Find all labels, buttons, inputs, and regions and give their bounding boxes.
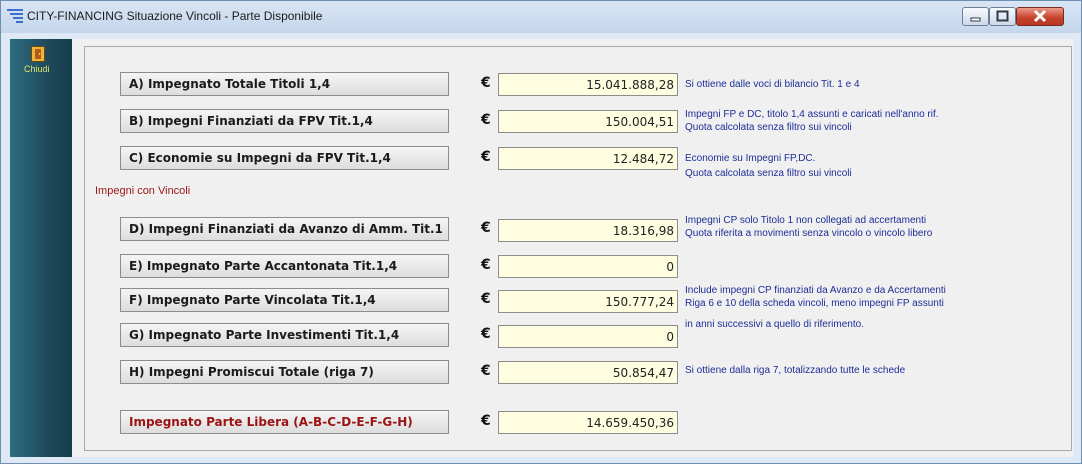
row-c-button[interactable]: C) Economie su Impegni da FPV Tit.1,4 — [120, 146, 449, 170]
minimize-button[interactable] — [962, 7, 989, 26]
row-total-button[interactable]: Impegnato Parte Libera (A-B-C-D-E-F-G-H) — [120, 410, 449, 434]
row-f-currency: € — [481, 291, 491, 307]
app-window: CITY-FINANCING Situazione Vincoli - Part… — [0, 0, 1082, 464]
row-g-button[interactable]: G) Impegnato Parte Investimenti Tit.1,4 — [120, 323, 449, 347]
row-a-value[interactable]: 15.041.888,28 — [498, 73, 678, 96]
row-e-currency: € — [481, 257, 491, 273]
maximize-icon — [996, 10, 1009, 22]
note-d-line2: Quota riferita a movimenti senza vincolo… — [685, 228, 933, 239]
exit-door-icon — [31, 46, 45, 62]
row-b-button[interactable]: B) Impegni Finanziati da FPV Tit.1,4 — [120, 109, 449, 133]
row-c-value[interactable]: 12.484,72 — [498, 147, 678, 170]
row-a-currency: € — [481, 75, 491, 91]
note-f-line3: in anni successivi a quello di riferimen… — [685, 319, 864, 330]
note-b-line2: Quota calcolata senza filtro sui vincoli — [685, 122, 852, 133]
note-a: Si ottiene dalle voci di bilancio Tit. 1… — [685, 79, 860, 90]
row-d-currency: € — [481, 220, 491, 236]
row-h-button[interactable]: H) Impegni Promiscui Totale (riga 7) — [120, 360, 449, 384]
note-c-line1: Economie su Impegni FP,DC. — [685, 153, 816, 164]
exit-label: Chiudi — [24, 64, 50, 74]
app-icon — [7, 9, 23, 23]
row-g-currency: € — [481, 326, 491, 342]
note-h: Si ottiene dalla riga 7, totalizzando tu… — [685, 365, 906, 376]
left-toolbar: Chiudi — [10, 39, 72, 457]
maximize-button[interactable] — [989, 7, 1016, 26]
row-total-currency: € — [481, 413, 491, 429]
note-c-line2: Quota calcolata senza filtro sui vincoli — [685, 168, 852, 179]
row-e-button[interactable]: E) Impegnato Parte Accantonata Tit.1,4 — [120, 254, 449, 278]
row-c-currency: € — [481, 149, 491, 165]
row-h-currency: € — [481, 363, 491, 379]
section-label-vincoli: Impegni con Vincoli — [95, 185, 191, 197]
note-d-line1: Impegni CP solo Titolo 1 non collegati a… — [685, 215, 927, 226]
close-icon — [1033, 9, 1047, 23]
row-g-value[interactable]: 0 — [498, 325, 678, 348]
close-button[interactable] — [1016, 7, 1064, 26]
window-title: CITY-FINANCING Situazione Vincoli - Part… — [27, 9, 323, 23]
row-d-value[interactable]: 18.316,98 — [498, 219, 678, 242]
note-f-line1: Include impegni CP finanziati da Avanzo … — [685, 285, 946, 296]
row-total-value[interactable]: 14.659.450,36 — [498, 411, 678, 434]
note-f-line2: Riga 6 e 10 della scheda vincoli, meno i… — [685, 298, 944, 309]
exit-button[interactable]: Chiudi — [14, 41, 68, 79]
note-b-line1: Impegni FP e DC, titolo 1,4 assunti e ca… — [685, 109, 939, 120]
client-area: Chiudi A) Impegnato Totale Titoli 1,4 € … — [10, 39, 1074, 457]
minimize-icon — [970, 17, 981, 22]
row-e-value[interactable]: 0 — [498, 255, 678, 278]
content-panel — [84, 46, 1072, 451]
row-h-value[interactable]: 50.854,47 — [498, 361, 678, 384]
row-f-value[interactable]: 150.777,24 — [498, 290, 678, 313]
title-bar[interactable]: CITY-FINANCING Situazione Vincoli - Part… — [1, 1, 1081, 33]
row-a-button[interactable]: A) Impegnato Totale Titoli 1,4 — [120, 72, 449, 96]
row-b-value[interactable]: 150.004,51 — [498, 110, 678, 133]
row-d-button[interactable]: D) Impegni Finanziati da Avanzo di Amm. … — [120, 217, 449, 241]
row-f-button[interactable]: F) Impegnato Parte Vincolata Tit.1,4 — [120, 288, 449, 312]
row-b-currency: € — [481, 112, 491, 128]
